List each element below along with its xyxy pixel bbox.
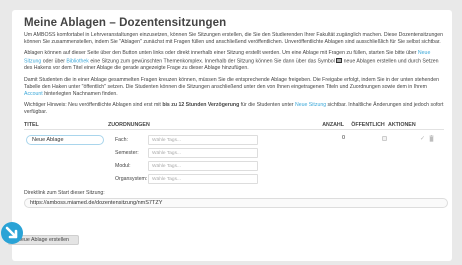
fach-field-row: Fach: Wähle Tags... bbox=[108, 134, 258, 145]
arrow-pointer-icon bbox=[1, 222, 23, 244]
p4-text-b: für die Studenten unter bbox=[239, 102, 295, 109]
intro-paragraph-3: Damit Studenten die in einer Ablage gesa… bbox=[24, 77, 444, 99]
neue-sitzung-link-2[interactable]: Neue Sitzung bbox=[295, 102, 326, 108]
header-titel: TITEL bbox=[24, 121, 39, 128]
direct-link-label: Direktlink zum Start dieser Sitzung: bbox=[24, 189, 105, 196]
anzahl-value: 0 bbox=[342, 134, 346, 141]
header-aktionen: AKTIONEN bbox=[388, 121, 416, 128]
account-link[interactable]: Account bbox=[24, 91, 43, 97]
p2-text-a: Ablagen können auf dieser Seite über den… bbox=[24, 50, 418, 57]
header-zuordnungen: ZUORDNUNGEN bbox=[108, 121, 150, 128]
fach-label: Fach: bbox=[115, 136, 128, 143]
fach-tags-input[interactable]: Wähle Tags... bbox=[148, 134, 258, 145]
intro-paragraph-2: Ablagen können auf dieser Seite über den… bbox=[24, 50, 444, 72]
p2-text-c: eine Sitzung zum gewünschten Themenkompl… bbox=[88, 58, 337, 65]
semester-tags-input[interactable]: Wähle Tags... bbox=[148, 147, 258, 158]
intro-paragraph-4: Wichtiger Hinweis: Neu veröffentlichte A… bbox=[24, 102, 444, 116]
p3-text-b: hinterlegten Nachnamen finden. bbox=[42, 90, 118, 97]
header-anzahl: ANZAHL bbox=[322, 121, 344, 128]
page-title: Meine Ablagen – Dozentensitzungen bbox=[24, 17, 227, 29]
organsystem-field-row: Organsystem: Wähle Tags... bbox=[108, 173, 258, 184]
p4-text-a: Wichtiger Hinweis: Neu veröffentlichte A… bbox=[24, 102, 163, 109]
table-row: Neue Ablage Fach: Wähle Tags... Semester… bbox=[24, 132, 444, 190]
ablage-title-input[interactable]: Neue Ablage bbox=[26, 134, 104, 145]
confirm-check-icon[interactable]: ✓ bbox=[420, 135, 425, 142]
semester-field-row: Semester: Wähle Tags... bbox=[108, 147, 258, 158]
p3-text-a: Damit Studenten die in einer Ablage gesa… bbox=[24, 76, 439, 90]
modul-tags-input[interactable]: Wähle Tags... bbox=[148, 160, 258, 171]
bibliothek-link[interactable]: Bibliothek bbox=[66, 58, 89, 64]
trash-icon[interactable] bbox=[428, 134, 435, 142]
table-header: TITEL ZUORDNUNGEN ANZAHL ÖFFENTLICH AKTI… bbox=[24, 121, 444, 130]
modul-field-row: Modul: Wähle Tags... bbox=[108, 160, 258, 171]
p2-text-b: oder über bbox=[41, 58, 67, 65]
modul-label: Modul: bbox=[115, 162, 131, 169]
organsystem-tags-input[interactable]: Wähle Tags... bbox=[148, 173, 258, 184]
ablagen-card: Meine Ablagen – Dozentensitzungen Um AMB… bbox=[12, 10, 452, 261]
intro-paragraph-1: Um AMBOSS komfortabel in Lehrveranstaltu… bbox=[24, 32, 443, 46]
oeffentlich-checkbox[interactable] bbox=[382, 135, 387, 141]
organsystem-label: Organsystem: bbox=[115, 175, 148, 182]
header-oeffentlich: ÖFFENTLICH bbox=[351, 121, 385, 128]
direct-link-field[interactable]: https://amboss.miamed.de/dozentensitzung… bbox=[24, 197, 448, 208]
p4-bold: bis zu 12 Stunden Verzögerung bbox=[162, 102, 240, 109]
semester-label: Semester: bbox=[115, 149, 139, 156]
